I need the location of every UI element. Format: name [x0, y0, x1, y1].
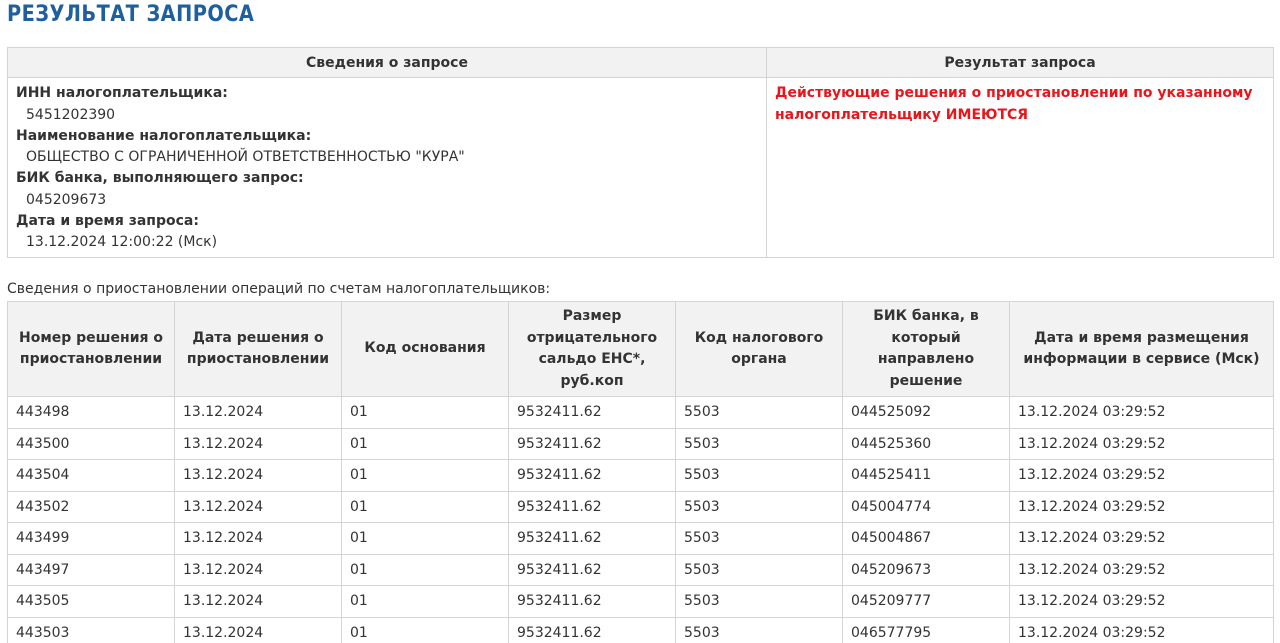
column-negative-balance: Размер отрицательного сальдо ЕНС*, руб.к… [508, 301, 676, 397]
negative-balance-cell: 9532411.62 [508, 522, 676, 555]
suspensions-caption: Сведения о приостановлении операций по с… [7, 281, 551, 297]
negative-balance-cell: 9532411.62 [508, 585, 676, 618]
basis-code-cell: 01 [341, 553, 509, 586]
table-row: 443498 13.12.2024 01 9532411.62 5503 04452509… [7, 396, 1274, 429]
column-decision-number: Номер решения о приостановлении [7, 301, 175, 397]
inn-value: 5451202390 [26, 106, 116, 123]
basis-code-cell: 01 [341, 459, 509, 492]
tax-authority-code-cell: 5503 [675, 459, 843, 492]
table-row: 443500 13.12.2024 01 9532411.62 5503 04452536… [7, 427, 1274, 460]
decision-number-cell: 443497 [7, 553, 175, 586]
decision-date-cell: 13.12.2024 [174, 396, 342, 429]
decision-number-cell: 443505 [7, 585, 175, 618]
decision-number-cell: 443499 [7, 522, 175, 555]
placement-datetime-cell: 13.12.2024 03:29:52 [1009, 585, 1274, 618]
tax-authority-code-cell: 5503 [675, 522, 843, 555]
table-row: 443503 13.12.2024 01 9532411.62 5503 04657779… [7, 616, 1274, 643]
tax-authority-code-cell: 5503 [675, 396, 843, 429]
decision-number-cell: 443498 [7, 396, 175, 429]
tax-authority-code-cell: 5503 [675, 490, 843, 523]
request-details-cell: ИНН налогоплательщика: 5451202390 Наимен… [7, 77, 767, 258]
request-result-header: Результат запроса [766, 47, 1274, 78]
table-body: 443498 13.12.2024 01 9532411.62 5503 04452509… [7, 396, 1274, 643]
basis-code-cell: 01 [341, 427, 509, 460]
page-title: РЕЗУЛЬТАТ ЗАПРОСА [7, 2, 255, 27]
negative-balance-cell: 9532411.62 [508, 427, 676, 460]
placement-datetime-cell: 13.12.2024 03:29:52 [1009, 553, 1274, 586]
negative-balance-cell: 9532411.62 [508, 459, 676, 492]
decision-date-cell: 13.12.2024 [174, 522, 342, 555]
column-decision-date: Дата решения о приостановлении [174, 301, 342, 397]
placement-datetime-cell: 13.12.2024 03:29:52 [1009, 522, 1274, 555]
decision-date-cell: 13.12.2024 [174, 490, 342, 523]
request-info-header: Сведения о запросе [7, 47, 767, 78]
bank-bik-cell: 044525092 [842, 396, 1010, 429]
basis-code-cell: 01 [341, 490, 509, 523]
suspensions-table: Номер решения о приостановлении Дата реше… [7, 301, 1274, 643]
bank-bik-cell: 045209673 [842, 553, 1010, 586]
bank-bik-cell: 045004774 [842, 490, 1010, 523]
bank-bik-value: 045209673 [26, 191, 107, 208]
table-header-row: Номер решения о приостановлении Дата реше… [7, 301, 1274, 397]
taxpayer-name-label: Наименование налогоплательщика: [16, 127, 312, 144]
taxpayer-name-value: ОБЩЕСТВО С ОГРАНИЧЕННОЙ ОТВЕТСТВЕННОСТЬЮ… [26, 149, 465, 165]
decision-number-cell: 443503 [7, 616, 175, 643]
inn-label: ИНН налогоплательщика: [16, 85, 228, 101]
placement-datetime-cell: 13.12.2024 03:29:52 [1009, 396, 1274, 429]
table-row: 443497 13.12.2024 01 9532411.62 5503 04520967… [7, 553, 1274, 586]
decision-number-cell: 443502 [7, 490, 175, 523]
placement-datetime-cell: 13.12.2024 03:29:52 [1009, 427, 1274, 460]
request-result-cell: Действующие решения о приостановлении по… [766, 77, 1274, 258]
bank-bik-cell: 044525411 [842, 459, 1010, 492]
decision-date-cell: 13.12.2024 [174, 427, 342, 460]
bank-bik-cell: 046577795 [842, 616, 1010, 643]
negative-balance-cell: 9532411.62 [508, 553, 676, 586]
table-row: 443502 13.12.2024 01 9532411.62 5503 04500477… [7, 490, 1274, 523]
column-bank-bik: БИК банка, в который направлено решение [842, 301, 1010, 397]
basis-code-cell: 01 [341, 585, 509, 618]
bank-bik-label: БИК банка, выполняющего запрос: [16, 170, 304, 186]
request-datetime-label: Дата и время запроса: [16, 212, 199, 229]
basis-code-cell: 01 [341, 396, 509, 429]
tax-authority-code-cell: 5503 [675, 427, 843, 460]
column-tax-authority-code: Код налогового органа [675, 301, 843, 397]
request-info-table: Сведения о запросе Результат запроса ИНН… [7, 47, 1274, 258]
placement-datetime-cell: 13.12.2024 03:29:52 [1009, 616, 1274, 643]
request-result-text: Действующие решения о приостановлении по… [775, 85, 1253, 123]
tax-authority-code-cell: 5503 [675, 553, 843, 586]
negative-balance-cell: 9532411.62 [508, 616, 676, 643]
table-row: 443499 13.12.2024 01 9532411.62 5503 04500486… [7, 522, 1274, 555]
table-row: 443504 13.12.2024 01 9532411.62 5503 04452541… [7, 459, 1274, 492]
decision-number-cell: 443504 [7, 459, 175, 492]
column-placement-datetime: Дата и время размещения информации в сер… [1009, 301, 1274, 397]
table-row: 443505 13.12.2024 01 9532411.62 5503 04520977… [7, 585, 1274, 618]
decision-date-cell: 13.12.2024 [174, 585, 342, 618]
decision-number-cell: 443500 [7, 427, 175, 460]
placement-datetime-cell: 13.12.2024 03:29:52 [1009, 490, 1274, 523]
bank-bik-cell: 044525360 [842, 427, 1010, 460]
column-basis-code: Код основания [341, 301, 509, 397]
request-datetime-value: 13.12.2024 12:00:22 (Мск) [26, 234, 218, 250]
decision-date-cell: 13.12.2024 [174, 616, 342, 643]
tax-authority-code-cell: 5503 [675, 616, 843, 643]
bank-bik-cell: 045004867 [842, 522, 1010, 555]
negative-balance-cell: 9532411.62 [508, 396, 676, 429]
negative-balance-cell: 9532411.62 [508, 490, 676, 523]
tax-authority-code-cell: 5503 [675, 585, 843, 618]
decision-date-cell: 13.12.2024 [174, 459, 342, 492]
basis-code-cell: 01 [341, 616, 509, 643]
decision-date-cell: 13.12.2024 [174, 553, 342, 586]
basis-code-cell: 01 [341, 522, 509, 555]
placement-datetime-cell: 13.12.2024 03:29:52 [1009, 459, 1274, 492]
bank-bik-cell: 045209777 [842, 585, 1010, 618]
